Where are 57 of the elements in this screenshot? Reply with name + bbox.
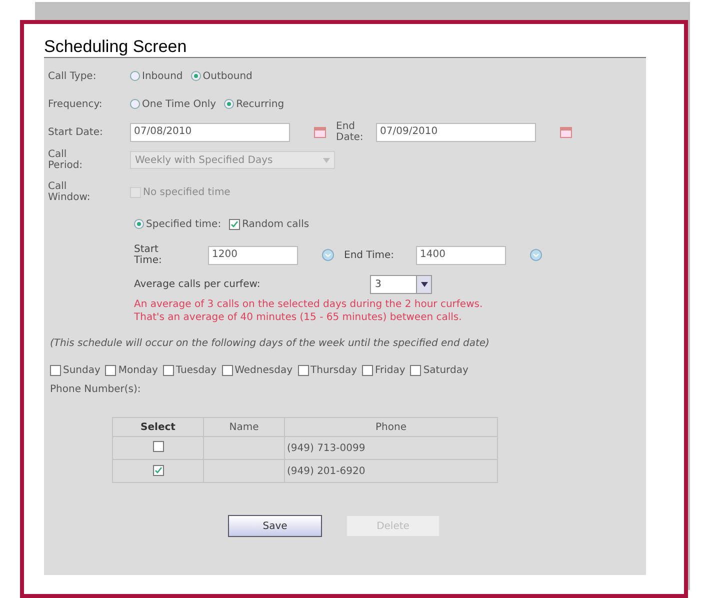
column-header: Select xyxy=(112,418,204,436)
radio-button[interactable] xyxy=(130,99,140,109)
checkbox-label[interactable]: Tuesday xyxy=(176,365,217,376)
checkbox[interactable] xyxy=(362,365,373,376)
table-cell: (949) 201-6920 xyxy=(284,460,498,482)
time-field[interactable]: 1200 xyxy=(208,246,298,264)
checkbox[interactable] xyxy=(105,365,116,376)
schedule-note: (This schedule will occur on the following days of the week until the specified end date) xyxy=(50,338,490,349)
checkbox[interactable] xyxy=(50,365,61,376)
field-label: End Time: xyxy=(344,250,396,260)
caret-icon xyxy=(323,158,330,162)
column-header: Phone xyxy=(284,418,498,436)
info-message: That's an average of 40 minutes (15 - 65 minutes) between calls. xyxy=(134,311,463,324)
action-button[interactable]: Save xyxy=(228,515,322,537)
field-label: Start Date: xyxy=(48,126,104,138)
field-label: Call Period: xyxy=(48,149,84,171)
field-label: Call Type: xyxy=(48,70,98,82)
screen-title: Scheduling Screen xyxy=(44,37,187,57)
radio-label[interactable]: One Time Only xyxy=(142,98,216,110)
checkbox-label[interactable]: Random calls xyxy=(242,218,310,230)
checkbox[interactable] xyxy=(152,441,164,452)
radio-button[interactable] xyxy=(190,71,201,81)
column-header: Name xyxy=(204,418,284,436)
clock-icon[interactable] xyxy=(530,249,542,261)
radio-button[interactable] xyxy=(130,71,140,81)
checkbox[interactable] xyxy=(152,464,164,476)
date-field[interactable]: 07/08/2010 xyxy=(130,122,290,142)
caret-icon xyxy=(420,282,428,286)
info-message: An average of 3 calls on the selected days during the 2 hour curfews. xyxy=(134,298,484,311)
radio-label[interactable]: Specified time: xyxy=(146,218,222,230)
checkbox-label[interactable]: Saturday xyxy=(423,365,468,376)
table-cell: (949) 713-0099 xyxy=(284,436,498,460)
checkbox-label[interactable]: Sunday xyxy=(63,365,100,376)
field-label: End Date: xyxy=(336,121,364,143)
checkbox[interactable] xyxy=(222,365,233,376)
checkbox-label[interactable]: Wednesday xyxy=(234,365,292,376)
checkbox-label[interactable]: Friday xyxy=(375,365,406,376)
field-label: Start Time: xyxy=(134,244,163,266)
field-label: Frequency: xyxy=(48,98,104,110)
checkbox[interactable] xyxy=(229,218,240,230)
radio-label[interactable]: Recurring xyxy=(236,98,284,110)
checkbox[interactable] xyxy=(298,365,308,376)
radio-button[interactable] xyxy=(134,219,144,229)
radio-button[interactable] xyxy=(224,99,234,109)
field-label: Call Window: xyxy=(48,181,88,203)
radio-label[interactable]: Inbound xyxy=(142,70,183,82)
checkbox-label[interactable]: Monday xyxy=(118,365,158,376)
radio-label[interactable]: Outbound xyxy=(202,70,252,82)
checkbox-label[interactable]: Thursday xyxy=(310,365,357,376)
date-field[interactable]: 07/09/2010 xyxy=(376,122,536,142)
time-field[interactable]: 1400 xyxy=(416,246,506,264)
clock-icon[interactable] xyxy=(322,249,334,261)
field-label: Average calls per curfew: xyxy=(134,278,262,290)
checkbox[interactable] xyxy=(162,365,174,376)
calls-dropdown[interactable]: 3 xyxy=(370,274,432,294)
checkbox[interactable] xyxy=(410,365,422,376)
field-label: Phone Number(s): xyxy=(50,384,141,395)
